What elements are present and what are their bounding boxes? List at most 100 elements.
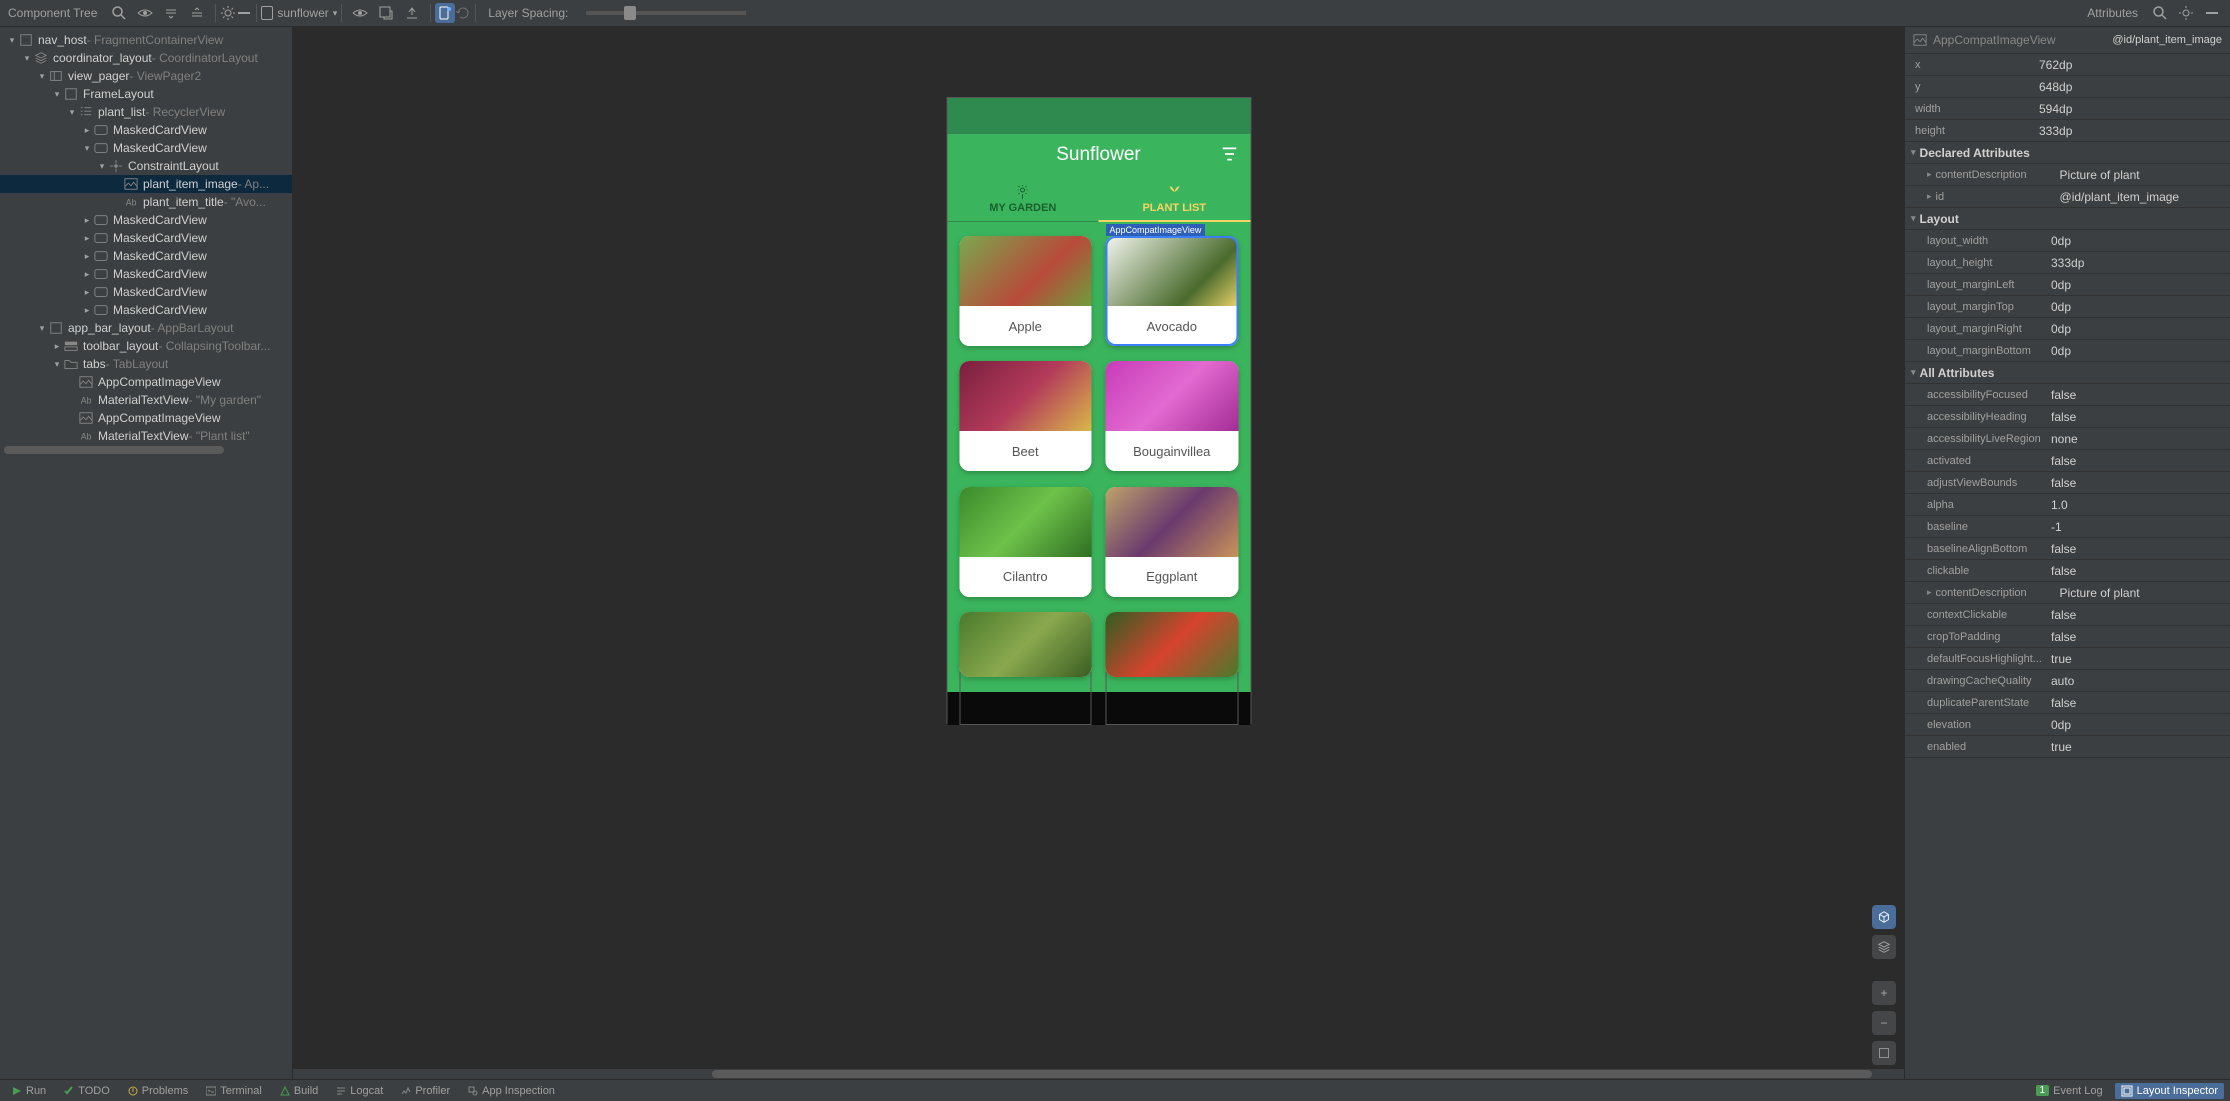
attr-value[interactable]: 762dp — [2035, 58, 2230, 72]
run-button[interactable]: Run — [6, 1085, 52, 1097]
layout-inspector-button[interactable]: Layout Inspector — [2115, 1083, 2224, 1099]
tree-twisty[interactable]: ▾ — [81, 143, 93, 154]
attr-value[interactable]: false — [2047, 542, 2230, 556]
tab-plant-list[interactable]: PLANT LIST — [1099, 176, 1251, 221]
attr-value[interactable]: 0dp — [2047, 278, 2230, 292]
tree-twisty[interactable]: ▾ — [36, 323, 48, 334]
eye-icon[interactable] — [137, 5, 153, 21]
attr-value[interactable]: false — [2047, 388, 2230, 402]
eye-icon[interactable] — [352, 5, 368, 21]
problems-button[interactable]: Problems — [122, 1085, 194, 1097]
zoom-out-icon[interactable]: − — [1872, 1011, 1896, 1035]
terminal-button[interactable]: Terminal — [200, 1085, 268, 1097]
attr-value[interactable]: 0dp — [2047, 300, 2230, 314]
layer-spacing-slider[interactable] — [586, 11, 746, 15]
minimize-icon[interactable] — [2204, 5, 2220, 21]
canvas[interactable]: Sunflower MY GARDEN PLANT LIST AppleAvoc… — [293, 27, 1904, 1079]
todo-button[interactable]: TODO — [58, 1085, 116, 1097]
tree-twisty[interactable]: ▾ — [36, 71, 48, 82]
tree-row[interactable]: ▸MaskedCardView — [0, 247, 292, 265]
attr-section-header[interactable]: ▾Declared Attributes — [1905, 142, 2230, 164]
tree-twisty[interactable]: ▾ — [96, 161, 108, 172]
plant-card[interactable]: Eggplant — [1106, 487, 1239, 597]
tree-row[interactable]: ▾coordinator_layout - CoordinatorLayout — [0, 49, 292, 67]
tree-twisty[interactable]: ▾ — [51, 89, 63, 100]
tab-my-garden[interactable]: MY GARDEN — [947, 176, 1099, 221]
tree-twisty[interactable]: ▾ — [21, 53, 33, 64]
plant-card[interactable] — [959, 612, 1092, 677]
tree-twisty[interactable]: ▾ — [6, 35, 18, 46]
tree-row[interactable]: ▾ConstraintLayout — [0, 157, 292, 175]
attr-value[interactable]: 0dp — [2047, 322, 2230, 336]
tree-row[interactable]: ▸MaskedCardView — [0, 265, 292, 283]
attr-section-header[interactable]: ▾All Attributes — [1905, 362, 2230, 384]
attr-value[interactable]: true — [2047, 652, 2230, 666]
attr-value[interactable]: 0dp — [2047, 718, 2230, 732]
collapse-icon[interactable] — [163, 5, 179, 21]
attr-value[interactable]: auto — [2047, 674, 2230, 688]
layers-icon[interactable] — [1872, 935, 1896, 959]
snapshot-icon[interactable] — [378, 5, 394, 21]
tree-twisty[interactable]: ▸ — [81, 305, 93, 316]
attr-value[interactable]: none — [2047, 432, 2230, 446]
build-button[interactable]: Build — [274, 1085, 324, 1097]
live-updates-icon[interactable] — [435, 3, 455, 23]
attr-section-header[interactable]: ▾Layout — [1905, 208, 2230, 230]
attr-value[interactable]: false — [2047, 696, 2230, 710]
tree-row[interactable]: ▸MaskedCardView — [0, 121, 292, 139]
attr-value[interactable]: true — [2047, 740, 2230, 754]
attr-value[interactable]: 0dp — [2047, 234, 2230, 248]
attr-value[interactable]: Picture of plant — [2056, 586, 2230, 600]
plant-card[interactable]: Cilantro — [959, 487, 1092, 597]
tree-twisty[interactable]: ▸ — [81, 287, 93, 298]
tree-row[interactable]: ▸MaskedCardView — [0, 283, 292, 301]
tree-row[interactable]: AbMaterialTextView - "My garden" — [0, 391, 292, 409]
mode-3d-icon[interactable] — [1872, 905, 1896, 929]
attr-value[interactable]: 0dp — [2047, 344, 2230, 358]
attr-value[interactable]: false — [2047, 630, 2230, 644]
plant-card[interactable]: Beet — [959, 361, 1092, 471]
tree-twisty[interactable]: ▸ — [51, 341, 63, 352]
attr-value[interactable]: false — [2047, 608, 2230, 622]
search-icon[interactable] — [2152, 5, 2168, 21]
attr-value[interactable]: 594dp — [2035, 102, 2230, 116]
tree-twisty[interactable]: ▸ — [81, 125, 93, 136]
tree-row[interactable]: ▾MaskedCardView — [0, 139, 292, 157]
tree-row[interactable]: ▸MaskedCardView — [0, 229, 292, 247]
zoom-fit-icon[interactable] — [1872, 1041, 1896, 1065]
tree-row[interactable]: ▾nav_host - FragmentContainerView — [0, 31, 292, 49]
tree-row[interactable]: ▸toolbar_layout - CollapsingToolbar... — [0, 337, 292, 355]
gear-icon[interactable] — [2178, 5, 2194, 21]
plant-card[interactable]: Avocado — [1106, 236, 1239, 346]
plant-card[interactable]: Bougainvillea — [1106, 361, 1239, 471]
tree-twisty[interactable]: ▸ — [81, 215, 93, 226]
attr-value[interactable]: false — [2047, 454, 2230, 468]
attr-value[interactable]: false — [2047, 564, 2230, 578]
tree-twisty[interactable]: ▾ — [51, 359, 63, 370]
attr-value[interactable]: 648dp — [2035, 80, 2230, 94]
tree-row[interactable]: AppCompatImageView — [0, 373, 292, 391]
tree-row[interactable]: plant_item_image - Ap... — [0, 175, 292, 193]
event-log-button[interactable]: 1Event Log — [2030, 1085, 2109, 1097]
export-icon[interactable] — [404, 5, 420, 21]
expand-icon[interactable] — [189, 5, 205, 21]
tree-row[interactable]: ▾FrameLayout — [0, 85, 292, 103]
tree-twisty[interactable]: ▸ — [81, 269, 93, 280]
tree-row[interactable]: ▾tabs - TabLayout — [0, 355, 292, 373]
device-selector[interactable]: sunflower ▾ — [261, 6, 337, 20]
attr-value[interactable]: false — [2047, 476, 2230, 490]
tree-row[interactable]: Abplant_item_title - "Avo... — [0, 193, 292, 211]
tree-row[interactable]: ▸MaskedCardView — [0, 211, 292, 229]
tree-twisty[interactable]: ▸ — [81, 251, 93, 262]
plant-card[interactable] — [1106, 612, 1239, 677]
tree-row[interactable]: ▾plant_list - RecyclerView — [0, 103, 292, 121]
tree-row[interactable]: ▾view_pager - ViewPager2 — [0, 67, 292, 85]
attr-value[interactable]: 333dp — [2047, 256, 2230, 270]
zoom-in-icon[interactable]: + — [1872, 981, 1896, 1005]
plant-card[interactable]: Apple — [959, 236, 1092, 346]
tree-row[interactable]: ▸MaskedCardView — [0, 301, 292, 319]
tree-row[interactable]: AbMaterialTextView - "Plant list" — [0, 427, 292, 445]
attr-value[interactable]: 1.0 — [2047, 498, 2230, 512]
tree-twisty[interactable]: ▾ — [66, 107, 78, 118]
attr-value[interactable]: 333dp — [2035, 124, 2230, 138]
